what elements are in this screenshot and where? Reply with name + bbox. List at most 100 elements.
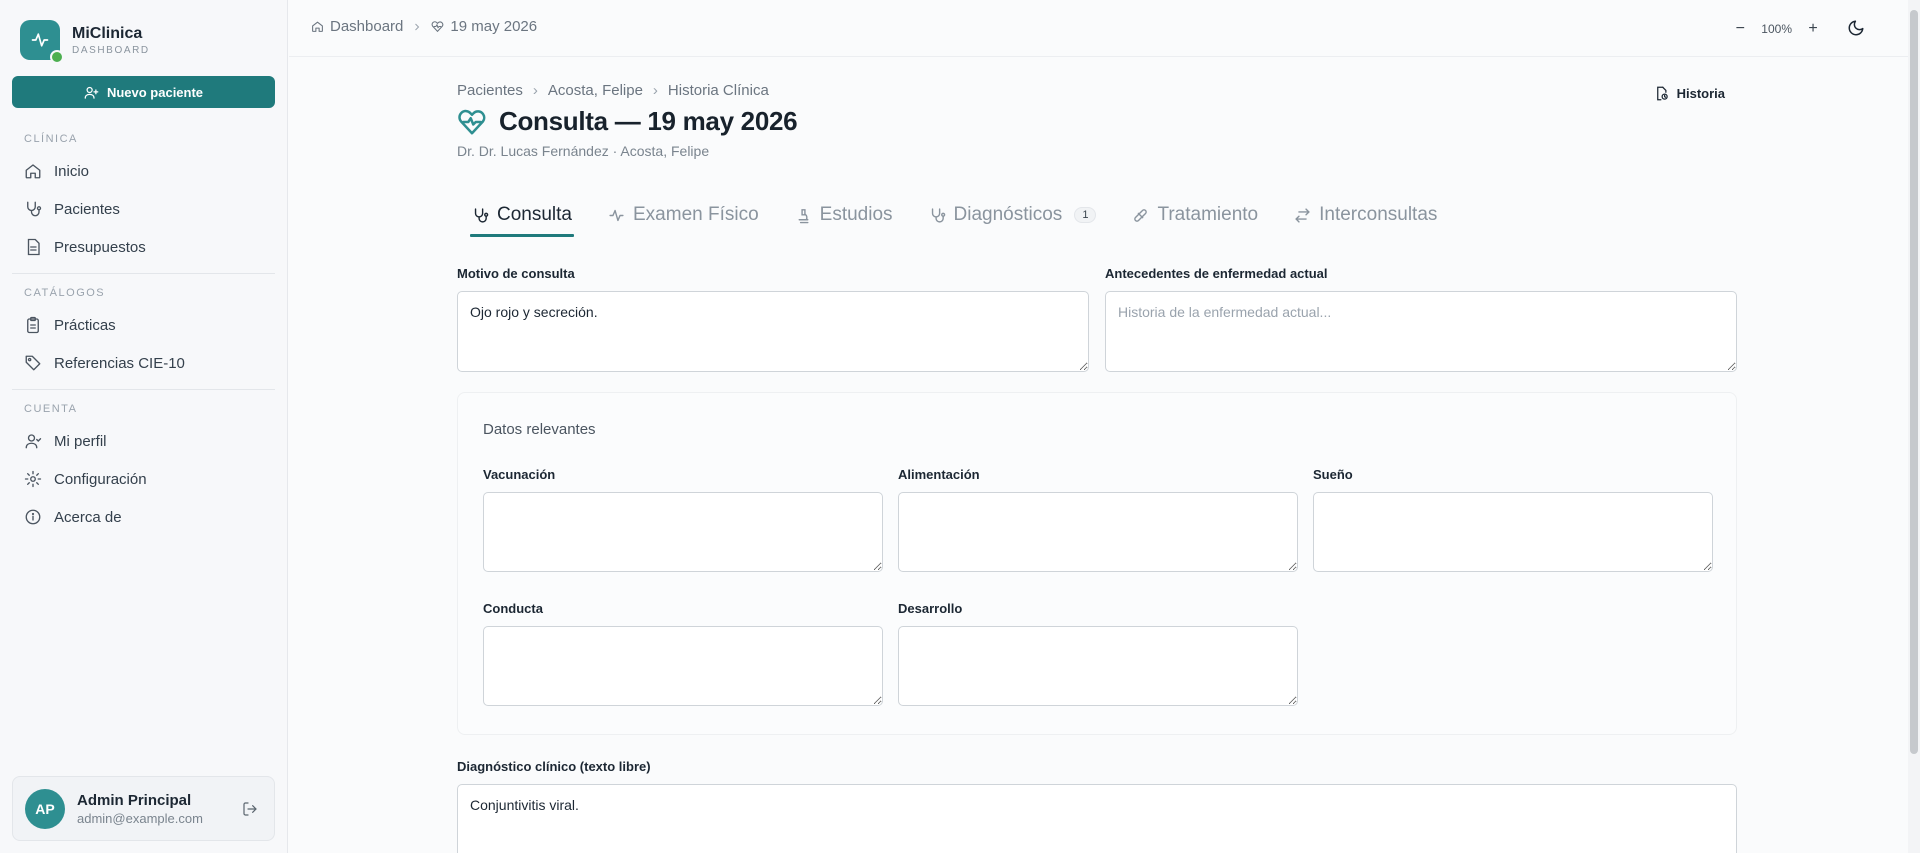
gear-icon (24, 470, 42, 488)
arrows-icon (1295, 207, 1310, 223)
motivo-textarea[interactable]: Ojo rojo y secreción. (457, 291, 1089, 372)
sidebar-item-inicio[interactable]: Inicio (12, 154, 275, 188)
user-name: Admin Principal (77, 791, 192, 809)
brand-name: MiClinica (72, 24, 143, 42)
topbar: Dashboard 19 may 2026 − 100% + (289, 0, 1908, 57)
sueno-textarea[interactable] (1313, 492, 1713, 572)
sidebar-item-presupuestos[interactable]: Presupuestos (12, 230, 275, 264)
sidebar-item-label: Mi perfil (54, 432, 107, 450)
scrollbar[interactable] (1908, 0, 1920, 853)
historia-label: Historia (1676, 86, 1725, 101)
tab-examen-fisico[interactable]: Examen Físico (606, 196, 761, 234)
tab-consulta[interactable]: Consulta (470, 196, 574, 237)
sidebar-item-acerca-de[interactable]: Acerca de (12, 500, 275, 534)
sidebar-item-label: Presupuestos (54, 238, 146, 256)
top-breadcrumb: Dashboard 19 may 2026 (311, 18, 537, 35)
user-email: admin@example.com (77, 810, 203, 826)
moon-icon (1848, 20, 1864, 36)
brand-subtitle: DASHBOARD (72, 44, 150, 56)
zoom-out-button[interactable]: − (1729, 18, 1751, 40)
tab-bar: Consulta Examen Físico Estudios Diagnóst… (470, 194, 1471, 237)
top-breadcrumb-dashboard[interactable]: Dashboard (311, 18, 403, 35)
zoom-level: 100% (1761, 22, 1792, 36)
new-patient-button[interactable]: Nuevo paciente (12, 76, 275, 108)
brand[interactable]: MiClinica DASHBOARD (20, 20, 150, 64)
diagnostico-textarea[interactable]: Conjuntivitis viral. (457, 784, 1737, 853)
stethoscope-icon (27, 201, 42, 217)
tab-label: Estudios (819, 204, 893, 225)
activity-icon (609, 209, 624, 221)
antecedentes-textarea[interactable] (1105, 291, 1737, 372)
tab-label: Interconsultas (1319, 204, 1438, 225)
tab-estudios[interactable]: Estudios (793, 196, 895, 234)
page-subtitle: Dr. Dr. Lucas Fernández · Acosta, Felipe (457, 143, 710, 159)
tab-label: Consulta (497, 204, 572, 225)
historia-button[interactable]: Historia (1654, 86, 1725, 101)
section-title-catalogos: CATÁLOGOS (24, 287, 106, 299)
sidebar-item-practicas[interactable]: Prácticas (12, 308, 275, 342)
sidebar-item-label: Acerca de (54, 508, 122, 526)
sidebar-item-label: Referencias CIE-10 (54, 354, 185, 372)
sidebar-item-pacientes[interactable]: Pacientes (12, 192, 275, 226)
clipboard-icon (27, 316, 39, 334)
sidebar-item-label: Pacientes (54, 200, 120, 218)
avatar: AP (25, 788, 65, 829)
desarrollo-textarea[interactable] (898, 626, 1298, 706)
sidebar-item-mi-perfil[interactable]: Mi perfil (12, 424, 275, 458)
page-title: Consulta — 19 may 2026 (499, 106, 798, 136)
tab-tratamiento[interactable]: Tratamiento (1130, 196, 1260, 234)
breadcrumb-pacientes[interactable]: Pacientes (457, 82, 523, 99)
breadcrumb-historia[interactable]: Historia Clínica (668, 82, 769, 99)
desarrollo-label: Desarrollo (898, 601, 963, 616)
motivo-label: Motivo de consulta (457, 266, 575, 281)
sueno-label: Sueño (1313, 467, 1353, 482)
tag-icon (25, 355, 41, 371)
conducta-textarea[interactable] (483, 626, 883, 706)
home-icon (312, 21, 323, 32)
breadcrumb-separator: › (532, 82, 538, 99)
datos-relevantes-panel: Datos relevantes Vacunación Alimentación… (457, 392, 1737, 735)
breadcrumb-label: 19 may 2026 (450, 18, 538, 35)
heart-pulse-icon (431, 21, 444, 33)
brand-logo (20, 20, 64, 64)
top-breadcrumb-date[interactable]: 19 may 2026 (431, 18, 537, 35)
stethoscope-icon (931, 207, 945, 223)
user-plus-icon (84, 86, 99, 99)
section-title-cuenta: CUENTA (24, 403, 78, 415)
heart-pulse-icon (458, 109, 486, 134)
theme-toggle-button[interactable] (1844, 16, 1868, 40)
tab-diagnosticos[interactable]: Diagnósticos 1 (927, 196, 1099, 234)
tab-interconsultas[interactable]: Interconsultas (1292, 196, 1439, 234)
user-card[interactable]: AP Admin Principal admin@example.com (12, 776, 275, 841)
breadcrumb-separator: › (652, 82, 658, 99)
sidebar-item-configuracion[interactable]: Configuración (12, 462, 275, 496)
sidebar-item-label: Configuración (54, 470, 147, 488)
tab-label: Tratamiento (1157, 204, 1259, 225)
zoom-in-button[interactable]: + (1802, 18, 1824, 40)
panel-title: Datos relevantes (483, 421, 596, 438)
vacunacion-label: Vacunación (483, 467, 556, 482)
pill-icon (1134, 208, 1148, 222)
tab-label: Diagnósticos (953, 204, 1063, 225)
zoom-control: − 100% + (1729, 18, 1824, 40)
scrollbar-thumb[interactable] (1910, 10, 1918, 754)
logout-icon (243, 801, 257, 816)
pulse-icon (31, 33, 49, 47)
sidebar-item-referencias[interactable]: Referencias CIE-10 (12, 346, 275, 380)
alimentacion-textarea[interactable] (898, 492, 1298, 572)
vacunacion-textarea[interactable] (483, 492, 883, 572)
breadcrumb-patient[interactable]: Acosta, Felipe (548, 82, 643, 99)
diagnostico-label: Diagnóstico clínico (texto libre) (457, 759, 651, 774)
user-icon (25, 434, 42, 449)
antecedentes-label: Antecedentes de enfermedad actual (1105, 266, 1328, 281)
file-history-icon (1656, 86, 1668, 101)
breadcrumb-label: Dashboard (330, 18, 404, 35)
online-status-dot (50, 50, 64, 64)
sidebar: MiClinica DASHBOARD Nuevo paciente CLÍNI… (0, 0, 288, 853)
document-icon (27, 238, 40, 256)
home-icon (25, 164, 41, 179)
logout-button[interactable] (238, 797, 262, 821)
chevron-right-icon (415, 23, 420, 30)
sidebar-item-label: Prácticas (54, 316, 116, 334)
sidebar-item-label: Inicio (54, 162, 90, 180)
